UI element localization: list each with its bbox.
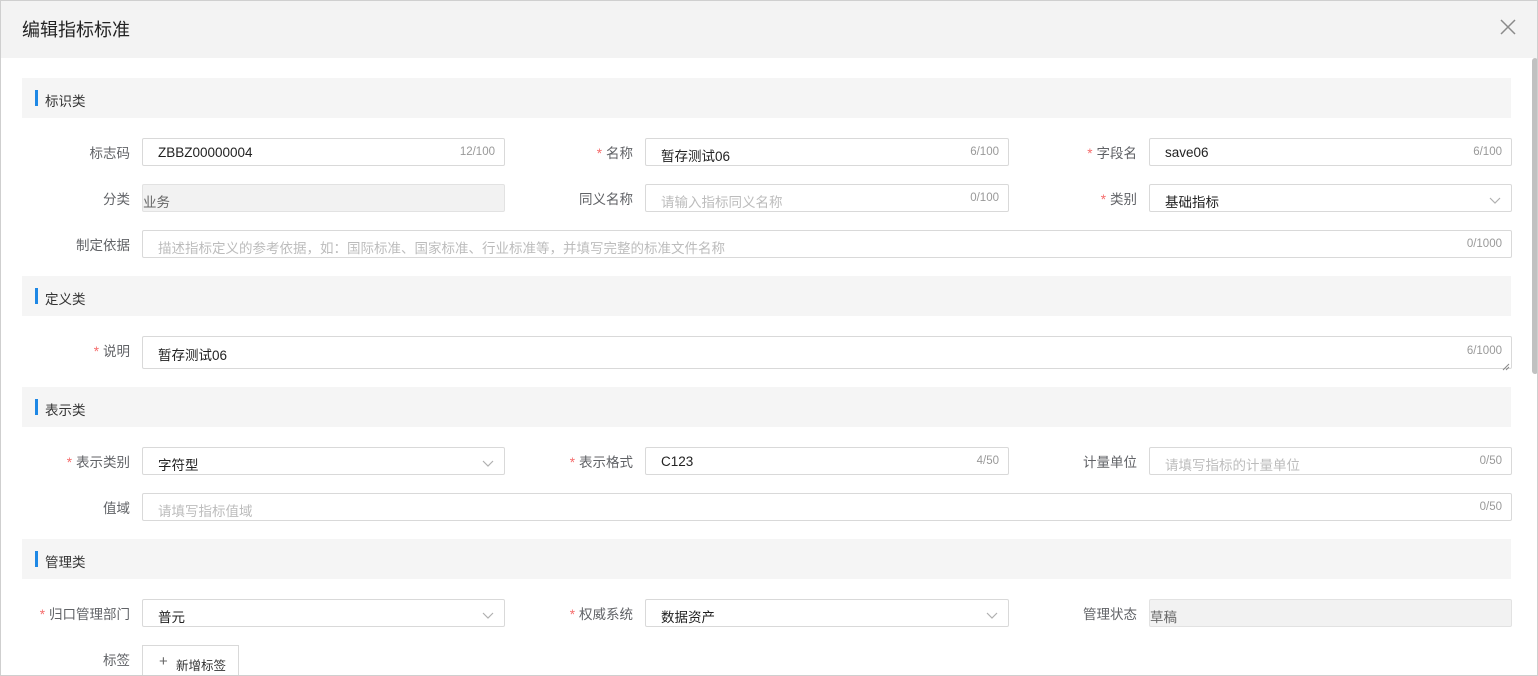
value-domain-placeholder: 请填写指标值域: [158, 504, 253, 519]
description-count: 6/1000: [1466, 345, 1502, 357]
unit-input[interactable]: 请填写指标的计量单位 0/50: [1149, 447, 1512, 475]
unit-count: 0/50: [1479, 455, 1502, 467]
repr-type-value: 字符型: [158, 458, 199, 473]
section-title: 标识类: [45, 94, 86, 109]
status-label: 管理状态: [1083, 607, 1137, 622]
field-name-input[interactable]: save06 6/100: [1149, 138, 1512, 166]
name-value: 暂存测试06: [661, 149, 731, 164]
description-value: 暂存测试06: [158, 348, 228, 363]
type-label: * 类别: [1100, 192, 1137, 207]
repr-format-label: * 表示格式: [569, 455, 633, 470]
code-input[interactable]: ZBBZ00000004 12/100: [142, 138, 505, 166]
authority-label: * 权威系统: [569, 607, 633, 622]
description-textarea[interactable]: 暂存测试06 6/1000: [142, 336, 1512, 371]
category-label: 分类: [103, 192, 130, 207]
section-title: 定义类: [45, 292, 86, 307]
resize-handle-icon[interactable]: [1502, 359, 1510, 371]
scrollbar-thumb[interactable]: [1532, 58, 1537, 374]
unit-label: 计量单位: [1083, 455, 1137, 470]
add-tag-label: 新增标签: [176, 659, 227, 673]
edit-indicator-dialog: 编辑指标标准 标识类 标志码 ZBBZ00000004 12/100 * 名称 暂…: [0, 0, 1538, 676]
dept-value: 普元: [158, 610, 185, 625]
section-identification: 标识类: [22, 78, 1511, 118]
synonym-placeholder: 请输入指标同义名称: [661, 195, 783, 210]
repr-format-input[interactable]: C123 4/50: [645, 447, 1009, 475]
dept-select[interactable]: 普元: [142, 599, 505, 627]
status-value: 草稿: [1150, 610, 1177, 625]
synonym-count: 0/100: [970, 192, 999, 204]
basis-label: 制定依据: [76, 238, 130, 253]
category-input: 业务: [142, 184, 505, 212]
synonym-input[interactable]: 请输入指标同义名称 0/100: [645, 184, 1009, 212]
type-select[interactable]: 基础指标: [1149, 184, 1512, 212]
section-definition: 定义类: [22, 276, 1511, 316]
code-label: 标志码: [89, 146, 131, 161]
section-representation: 表示类: [22, 387, 1511, 427]
basis-count: 0/1000: [1466, 238, 1502, 250]
section-accent-bar: [35, 90, 38, 106]
basis-input[interactable]: 描述指标定义的参考依据，如：国际标准、国家标准、行业标准等，并填写完整的标准文件…: [142, 230, 1512, 258]
synonym-label: 同义名称: [579, 192, 633, 207]
value-domain-input[interactable]: 请填写指标值域 0/50: [142, 493, 1512, 521]
repr-format-count: 4/50: [976, 455, 999, 467]
section-accent-bar: [35, 288, 38, 304]
type-value: 基础指标: [1165, 195, 1219, 210]
field-name-value: save06: [1165, 145, 1209, 160]
category-value: 业务: [143, 195, 170, 210]
section-accent-bar: [35, 551, 38, 567]
tags-label: 标签: [103, 653, 130, 668]
name-count: 6/100: [970, 146, 999, 158]
value-domain-count: 0/50: [1479, 501, 1502, 513]
plus-icon: +: [159, 653, 168, 670]
description-label: * 说明: [93, 344, 130, 359]
repr-type-label: * 表示类别: [66, 455, 130, 470]
name-label: * 名称: [596, 146, 633, 161]
chevron-down-icon: [482, 456, 494, 467]
dept-label: * 归口管理部门: [39, 607, 130, 622]
close-icon[interactable]: [1497, 16, 1519, 38]
repr-format-value: C123: [661, 454, 694, 469]
value-domain-label: 值域: [103, 501, 130, 516]
repr-type-select[interactable]: 字符型: [142, 447, 505, 475]
section-title: 表示类: [45, 403, 86, 418]
basis-placeholder: 描述指标定义的参考依据，如：国际标准、国家标准、行业标准等，并填写完整的标准文件…: [158, 241, 725, 256]
chevron-down-icon: [986, 608, 998, 619]
name-input[interactable]: 暂存测试06 6/100: [645, 138, 1009, 166]
field-name-label: * 字段名: [1087, 146, 1137, 161]
section-accent-bar: [35, 399, 38, 415]
code-value: ZBBZ00000004: [158, 145, 253, 160]
field-name-count: 6/100: [1473, 146, 1502, 158]
scrollbar[interactable]: [1531, 58, 1537, 675]
section-title: 管理类: [45, 555, 86, 570]
chevron-down-icon: [1489, 193, 1501, 204]
dialog-header: 编辑指标标准: [1, 1, 1537, 58]
chevron-down-icon: [482, 608, 494, 619]
dialog-title: 编辑指标标准: [22, 20, 130, 40]
authority-value: 数据资产: [661, 610, 715, 625]
unit-placeholder: 请填写指标的计量单位: [1165, 458, 1300, 473]
add-tag-button[interactable]: + 新增标签: [142, 645, 239, 675]
section-management: 管理类: [22, 539, 1511, 579]
status-input: 草稿: [1149, 599, 1512, 627]
authority-select[interactable]: 数据资产: [645, 599, 1009, 627]
code-count: 12/100: [459, 146, 495, 158]
